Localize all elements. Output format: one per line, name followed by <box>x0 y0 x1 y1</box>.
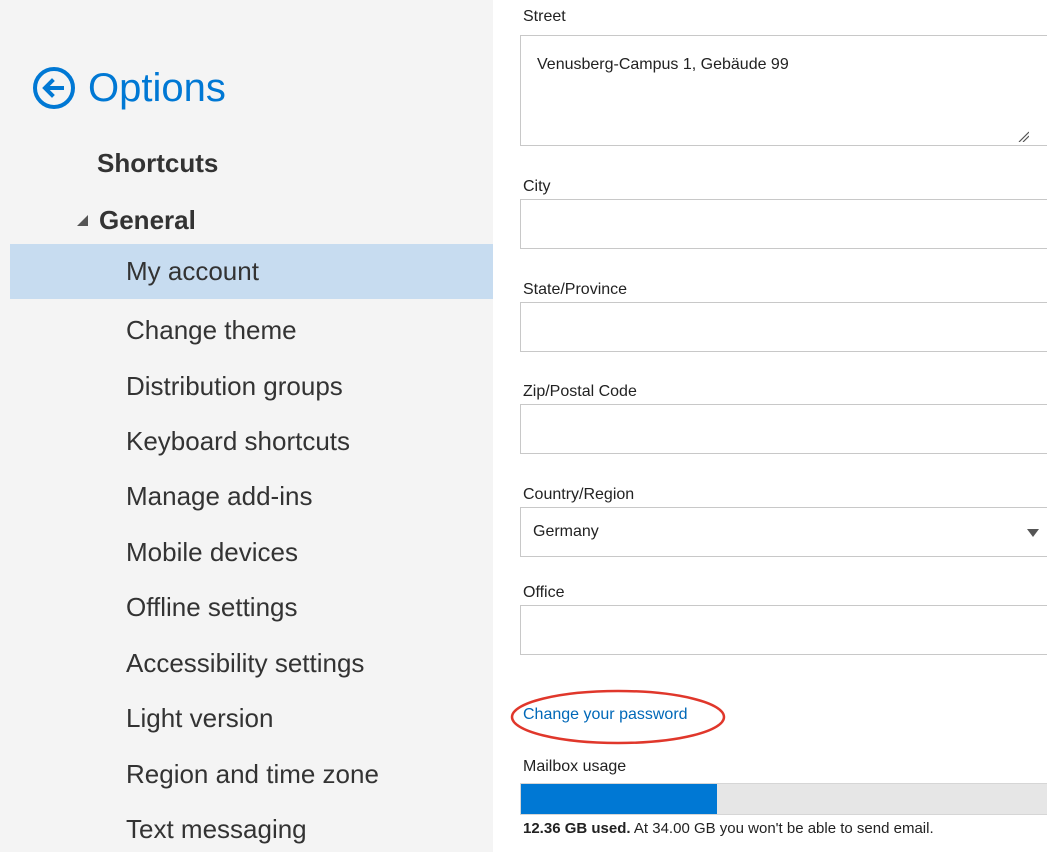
zip-label: Zip/Postal Code <box>523 383 637 400</box>
mailbox-usage-fill <box>521 784 717 814</box>
country-select[interactable]: Germany <box>520 507 1047 557</box>
mailbox-usage-bar <box>520 783 1047 815</box>
resize-grip-icon[interactable] <box>1017 130 1029 142</box>
sidebar-item-accessibility-settings[interactable]: Accessibility settings <box>0 636 493 691</box>
sidebar-item-my-account[interactable]: My account <box>10 244 493 299</box>
options-header: Options <box>30 58 226 118</box>
sidebar-item-text-messaging[interactable]: Text messaging <box>0 802 493 852</box>
mailbox-usage-label: Mailbox usage <box>523 758 627 775</box>
sidebar-item-offline-settings[interactable]: Offline settings <box>0 580 493 635</box>
mailbox-used-text: 12.36 GB used. <box>523 820 631 837</box>
sidebar-item-label: Accessibility settings <box>126 648 365 678</box>
sidebar-item-mobile-devices[interactable]: Mobile devices <box>0 525 493 580</box>
sidebar-item-distribution-groups[interactable]: Distribution groups <box>0 359 493 414</box>
options-sidebar: Options Shortcuts General My account Cha… <box>0 0 493 852</box>
sidebar-item-label: Offline settings <box>126 592 298 622</box>
options-page: Options Shortcuts General My account Cha… <box>0 0 1047 852</box>
options-title: Options <box>88 65 226 110</box>
collapse-triangle-icon[interactable] <box>75 213 89 227</box>
sidebar-item-change-theme[interactable]: Change theme <box>0 303 493 358</box>
sidebar-item-label: Mobile devices <box>126 537 298 567</box>
shortcuts-label: Shortcuts <box>97 147 219 178</box>
sidebar-item-label: Region and time zone <box>126 759 379 789</box>
general-heading[interactable]: General <box>75 201 196 239</box>
sidebar-item-label: Manage add-ins <box>126 481 313 511</box>
sidebar-item-keyboard-shortcuts[interactable]: Keyboard shortcuts <box>0 414 493 469</box>
back-arrow-icon[interactable] <box>30 64 78 112</box>
street-label: Street <box>523 8 566 25</box>
street-value: Venusberg-Campus 1, Gebäude 99 <box>537 56 789 73</box>
zip-field[interactable] <box>520 404 1047 454</box>
change-password-link[interactable]: Change your password <box>523 706 688 724</box>
city-label: City <box>523 178 551 195</box>
sidebar-item-label: My account <box>126 256 259 286</box>
country-label: Country/Region <box>523 486 635 503</box>
street-field[interactable]: Venusberg-Campus 1, Gebäude 99 <box>520 35 1047 146</box>
general-label: General <box>99 204 196 235</box>
chevron-down-icon[interactable] <box>1027 529 1039 537</box>
state-field[interactable] <box>520 302 1047 352</box>
sidebar-item-light-version[interactable]: Light version <box>0 691 493 746</box>
state-label: State/Province <box>523 281 628 298</box>
office-field[interactable] <box>520 605 1047 655</box>
shortcuts-heading[interactable]: Shortcuts <box>97 145 218 181</box>
sidebar-item-label: Text messaging <box>126 814 307 844</box>
city-field[interactable] <box>520 199 1047 249</box>
sidebar-item-label: Light version <box>126 703 274 733</box>
sidebar-item-region-time-zone[interactable]: Region and time zone <box>0 747 493 802</box>
sidebar-item-label: Change theme <box>126 315 297 345</box>
mailbox-limit-text: At 34.00 GB you won't be able to send em… <box>633 820 934 837</box>
sidebar-item-label: Keyboard shortcuts <box>126 426 351 456</box>
sidebar-item-label: Distribution groups <box>126 371 343 401</box>
account-form: Street Venusberg-Campus 1, Gebäude 99 Ci… <box>493 0 1047 852</box>
office-label: Office <box>523 584 565 601</box>
mailbox-usage-text: 12.36 GB used. At 34.00 GB you won't be … <box>523 820 934 837</box>
sidebar-item-manage-add-ins[interactable]: Manage add-ins <box>0 469 493 524</box>
country-value: Germany <box>533 523 599 540</box>
